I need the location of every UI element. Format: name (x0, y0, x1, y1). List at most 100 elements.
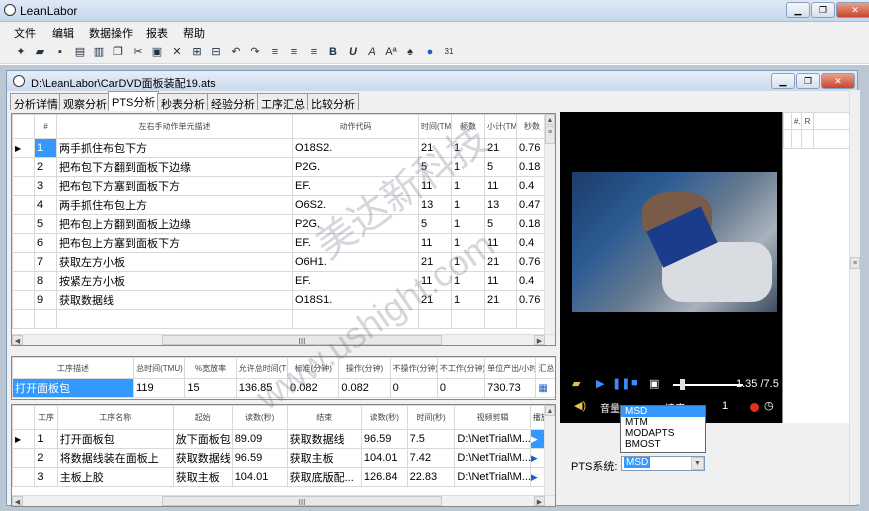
pts-cell[interactable]: 0.4 (516, 176, 548, 196)
menu-help[interactable]: 帮助 (183, 25, 205, 41)
menu-report[interactable]: 报表 (146, 25, 168, 41)
process-cell[interactable]: 1 (34, 429, 58, 449)
pts-empty-cell[interactable] (12, 309, 35, 329)
pts-cell[interactable]: 0.76 (516, 290, 548, 310)
summary-calc-icon[interactable]: ▦ (535, 378, 555, 398)
process-current-row-arrow-icon[interactable]: ▶ (12, 429, 36, 449)
tab-pts-analysis[interactable]: PTS分析 (108, 91, 160, 111)
pts-cell[interactable]: 把布包下方塞到面板下方 (56, 176, 293, 196)
process-cell[interactable]: 104.01 (231, 467, 288, 487)
process-cell[interactable]: D:\NetTrial\M... (454, 467, 531, 487)
row-header[interactable] (12, 233, 35, 253)
new-icon[interactable]: ✦ (14, 45, 28, 59)
pts-cell[interactable]: 8 (34, 271, 57, 291)
pts-cell[interactable]: 13 (484, 195, 517, 215)
process-cell[interactable]: 将数据线装在面板上 (56, 448, 174, 468)
process-cell[interactable]: 打开面板包 (56, 429, 174, 449)
pts-cell[interactable]: 0.76 (516, 252, 548, 272)
font-icon[interactable]: A (365, 45, 379, 59)
process-cell[interactable]: 获取数据线 (172, 448, 233, 468)
process-cell[interactable]: 96.59 (360, 429, 408, 449)
main-vertical-scrollbar[interactable]: ≡ (849, 90, 860, 504)
pts-cell[interactable]: 5 (418, 214, 452, 234)
pts-empty-cell[interactable] (516, 309, 548, 329)
pts-cell[interactable]: 0.76 (516, 138, 548, 158)
row-header[interactable] (12, 176, 35, 196)
document-restore-button[interactable]: ❐ (796, 73, 820, 89)
print-icon[interactable]: ▥ (92, 45, 106, 59)
pts-empty-cell[interactable] (484, 309, 517, 329)
video-stop-icon[interactable]: ■ (631, 377, 638, 389)
outdent-icon[interactable]: ⊟ (209, 45, 223, 59)
pts-hscroll-thumb[interactable]: III (162, 335, 442, 345)
process-cell[interactable]: 89.09 (231, 429, 288, 449)
process-cell[interactable]: 获取数据线 (286, 429, 362, 449)
summary-cell[interactable]: 0 (436, 378, 486, 398)
record-icon[interactable] (750, 403, 759, 412)
redo-icon[interactable]: ↷ (248, 45, 262, 59)
process-cell[interactable]: 126.84 (360, 467, 408, 487)
process-cell[interactable]: 3 (34, 467, 58, 487)
pts-cell[interactable]: 9 (34, 290, 57, 310)
pts-scroll-up-button[interactable]: ▲ (545, 114, 555, 125)
pts-cell[interactable]: 1 (451, 290, 485, 310)
process-cell[interactable]: 22.83 (406, 467, 456, 487)
pts-cell[interactable]: 把布包上方塞到面板下方 (56, 233, 293, 253)
pts-cell[interactable]: 5 (484, 214, 517, 234)
pts-cell[interactable]: 0.47 (516, 195, 548, 215)
process-table-row[interactable]: ▶ 1 打开面板包 放下面板包 89.09 获取数据线 96.59 7.5 D:\NetTria… (12, 429, 547, 449)
row-header[interactable] (12, 195, 35, 215)
process-hscroll-thumb[interactable]: III (162, 496, 442, 506)
process-cell[interactable]: D:\NetTrial\M... (454, 429, 531, 449)
row-header[interactable] (12, 252, 35, 272)
process-row-header[interactable] (12, 467, 36, 487)
indent-icon[interactable]: ⊞ (190, 45, 204, 59)
calendar-icon[interactable]: 31 (442, 45, 456, 59)
process-cell[interactable]: 获取底版配... (286, 467, 362, 487)
tab-experience-analysis[interactable]: 经验分析 (207, 93, 259, 111)
italic-icon[interactable]: U (346, 45, 360, 59)
pts-vertical-scrollbar[interactable]: ▲ ≡ (544, 114, 555, 335)
process-scroll-up-button[interactable]: ▲ (545, 405, 555, 416)
document-minimize-button[interactable]: ▁ (771, 73, 795, 89)
pts-option-bmost[interactable]: BMOST (621, 439, 705, 450)
pts-table-row[interactable]: 9 获取数据线 O18S1. 21 1 21 0.76 (12, 290, 548, 310)
summary-cell[interactable]: 15 (184, 378, 237, 398)
print-preview-icon[interactable]: ▤ (73, 45, 87, 59)
process-cell[interactable]: 7.42 (406, 448, 456, 468)
video-open-icon[interactable]: ▰ (572, 377, 580, 390)
video-frame[interactable] (572, 172, 777, 312)
pts-cell[interactable]: 0.4 (516, 271, 548, 291)
pts-cell[interactable]: 5 (34, 214, 57, 234)
pts-horizontal-scrollbar[interactable]: ◀ III ▶ (12, 334, 555, 345)
pts-cell[interactable]: 11 (484, 271, 517, 291)
summary-cell[interactable]: 730.73 (484, 378, 537, 398)
pts-cell[interactable]: 3 (34, 176, 57, 196)
copy-icon[interactable]: ❐ (111, 45, 125, 59)
video-snapshot-icon[interactable]: ▣ (649, 377, 659, 390)
pts-cell[interactable]: 7 (34, 252, 57, 272)
align-center-icon[interactable]: ≡ (287, 45, 301, 59)
pts-cell[interactable]: 0.18 (516, 214, 548, 234)
process-table-row[interactable]: 2 将数据线装在面板上 获取数据线 96.59 获取主板 104.01 7.42 D:\Net… (12, 448, 547, 468)
pts-cell[interactable]: 两手抓住布包下方 (56, 138, 293, 158)
pts-cell[interactable]: 0.18 (516, 157, 548, 177)
menu-data-ops[interactable]: 数据操作 (89, 25, 133, 41)
font-color-icon[interactable]: Aª (384, 45, 398, 59)
pts-cell[interactable]: 6 (34, 233, 57, 253)
close-button[interactable]: ✕ (836, 2, 869, 18)
process-cell[interactable]: 获取主板 (172, 467, 233, 487)
tab-observation-analysis[interactable]: 观察分析 (59, 93, 111, 111)
pts-option-modapts[interactable]: MODAPTS (621, 428, 705, 439)
main-scroll-thumb[interactable]: ≡ (850, 257, 860, 269)
current-row-arrow-icon[interactable]: ▶ (12, 138, 35, 158)
pts-empty-cell[interactable] (56, 309, 293, 329)
pts-cell[interactable]: 21 (484, 290, 517, 310)
help-icon[interactable]: ● (423, 45, 437, 59)
process-vertical-scrollbar[interactable]: ▲ (544, 405, 555, 496)
pts-scroll-right-button[interactable]: ▶ (534, 335, 545, 345)
pts-table-row[interactable]: 3 把布包下方塞到面板下方 EF. 11 1 11 0.4 (12, 176, 548, 196)
process-cell[interactable]: 96.59 (231, 448, 288, 468)
volume-icon[interactable]: ◀) (574, 399, 586, 412)
document-close-button[interactable]: ✕ (821, 73, 855, 89)
